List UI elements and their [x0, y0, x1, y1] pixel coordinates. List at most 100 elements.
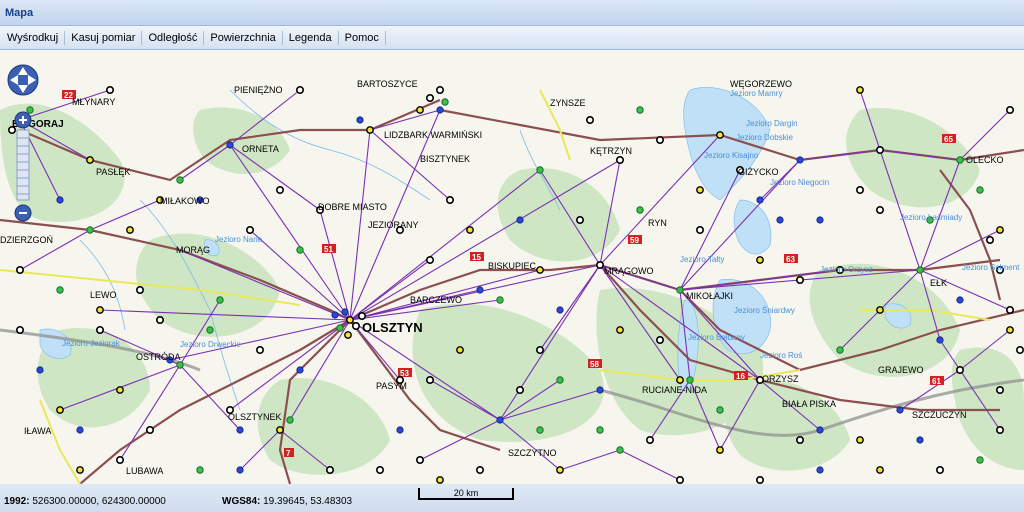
station-marker[interactable] — [76, 466, 84, 474]
station-marker[interactable] — [916, 266, 924, 274]
station-marker[interactable] — [956, 296, 964, 304]
station-marker[interactable] — [176, 176, 184, 184]
station-marker[interactable] — [346, 316, 354, 324]
pan-control[interactable] — [7, 64, 39, 96]
station-marker[interactable] — [286, 416, 294, 424]
station-marker[interactable] — [15, 325, 24, 334]
station-marker[interactable] — [295, 85, 304, 94]
station-marker[interactable] — [96, 325, 105, 334]
station-marker[interactable] — [896, 406, 904, 414]
station-marker[interactable] — [396, 426, 404, 434]
station-marker[interactable] — [276, 426, 284, 434]
station-marker[interactable] — [716, 446, 724, 454]
station-marker[interactable] — [441, 98, 449, 106]
station-marker[interactable] — [466, 226, 474, 234]
station-marker[interactable] — [676, 286, 684, 294]
station-marker[interactable] — [344, 331, 352, 339]
station-marker[interactable] — [956, 156, 964, 164]
help-button[interactable]: Pomoc — [340, 32, 384, 44]
station-marker[interactable] — [955, 365, 964, 374]
station-marker[interactable] — [496, 296, 504, 304]
station-marker[interactable] — [795, 276, 804, 285]
station-marker[interactable] — [575, 216, 584, 225]
station-marker[interactable] — [116, 455, 125, 464]
station-marker[interactable] — [675, 475, 684, 484]
station-marker[interactable] — [216, 296, 224, 304]
station-marker[interactable] — [995, 425, 1004, 434]
station-marker[interactable] — [556, 466, 564, 474]
zoom-out-button[interactable] — [14, 204, 32, 222]
station-marker[interactable] — [86, 226, 94, 234]
station-marker[interactable] — [596, 386, 604, 394]
station-marker[interactable] — [415, 455, 424, 464]
station-marker[interactable] — [596, 426, 604, 434]
station-marker[interactable] — [636, 106, 644, 114]
station-marker[interactable] — [615, 156, 624, 165]
station-marker[interactable] — [995, 385, 1004, 394]
station-marker[interactable] — [176, 361, 184, 369]
station-marker[interactable] — [196, 466, 204, 474]
center-button[interactable]: Wyśrodkuj — [2, 32, 63, 44]
station-marker[interactable] — [126, 226, 134, 234]
station-marker[interactable] — [985, 236, 994, 245]
station-marker[interactable] — [876, 306, 884, 314]
station-marker[interactable] — [425, 93, 434, 102]
station-marker[interactable] — [686, 376, 694, 384]
station-marker[interactable] — [556, 376, 564, 384]
station-marker[interactable] — [636, 206, 644, 214]
station-marker[interactable] — [676, 376, 684, 384]
station-marker[interactable] — [935, 465, 944, 474]
station-marker[interactable] — [86, 156, 94, 164]
station-marker[interactable] — [56, 286, 64, 294]
station-marker[interactable] — [795, 435, 804, 444]
station-marker[interactable] — [875, 146, 884, 155]
station-marker[interactable] — [515, 385, 524, 394]
legend-button[interactable]: Legenda — [284, 32, 337, 44]
station-marker[interactable] — [976, 456, 984, 464]
station-marker[interactable] — [275, 186, 284, 195]
station-marker[interactable] — [535, 345, 544, 354]
station-marker[interactable] — [116, 386, 124, 394]
station-marker[interactable] — [595, 261, 604, 270]
area-button[interactable]: Powierzchnia — [205, 32, 280, 44]
station-marker[interactable] — [1005, 305, 1014, 314]
station-marker[interactable] — [756, 196, 764, 204]
station-marker[interactable] — [796, 156, 804, 164]
station-marker[interactable] — [976, 186, 984, 194]
station-marker[interactable] — [496, 416, 504, 424]
station-marker[interactable] — [425, 256, 434, 265]
station-marker[interactable] — [206, 326, 214, 334]
station-marker[interactable] — [416, 106, 424, 114]
station-marker[interactable] — [755, 475, 764, 484]
station-marker[interactable] — [255, 345, 264, 354]
station-marker[interactable] — [916, 436, 924, 444]
station-marker[interactable] — [56, 406, 64, 414]
station-marker[interactable] — [585, 116, 594, 125]
station-marker[interactable] — [76, 426, 84, 434]
station-marker[interactable] — [96, 306, 104, 314]
station-marker[interactable] — [1006, 326, 1014, 334]
station-marker[interactable] — [246, 226, 255, 235]
station-marker[interactable] — [445, 196, 454, 205]
station-marker[interactable] — [996, 226, 1004, 234]
station-marker[interactable] — [556, 306, 564, 314]
station-marker[interactable] — [536, 166, 544, 174]
station-marker[interactable] — [357, 311, 366, 320]
station-marker[interactable] — [325, 465, 334, 474]
station-marker[interactable] — [296, 366, 304, 374]
station-marker[interactable] — [456, 346, 464, 354]
station-marker[interactable] — [296, 246, 304, 254]
station-marker[interactable] — [716, 406, 724, 414]
station-marker[interactable] — [341, 308, 349, 316]
station-marker[interactable] — [756, 256, 764, 264]
station-marker[interactable] — [856, 86, 864, 94]
station-marker[interactable] — [435, 85, 444, 94]
station-marker[interactable] — [366, 126, 374, 134]
zoom-slider-track[interactable] — [16, 129, 30, 201]
station-marker[interactable] — [436, 476, 444, 484]
station-marker[interactable] — [876, 466, 884, 474]
zoom-in-button[interactable] — [14, 111, 32, 129]
station-marker[interactable] — [655, 136, 664, 145]
station-marker[interactable] — [856, 436, 864, 444]
station-marker[interactable] — [536, 426, 544, 434]
